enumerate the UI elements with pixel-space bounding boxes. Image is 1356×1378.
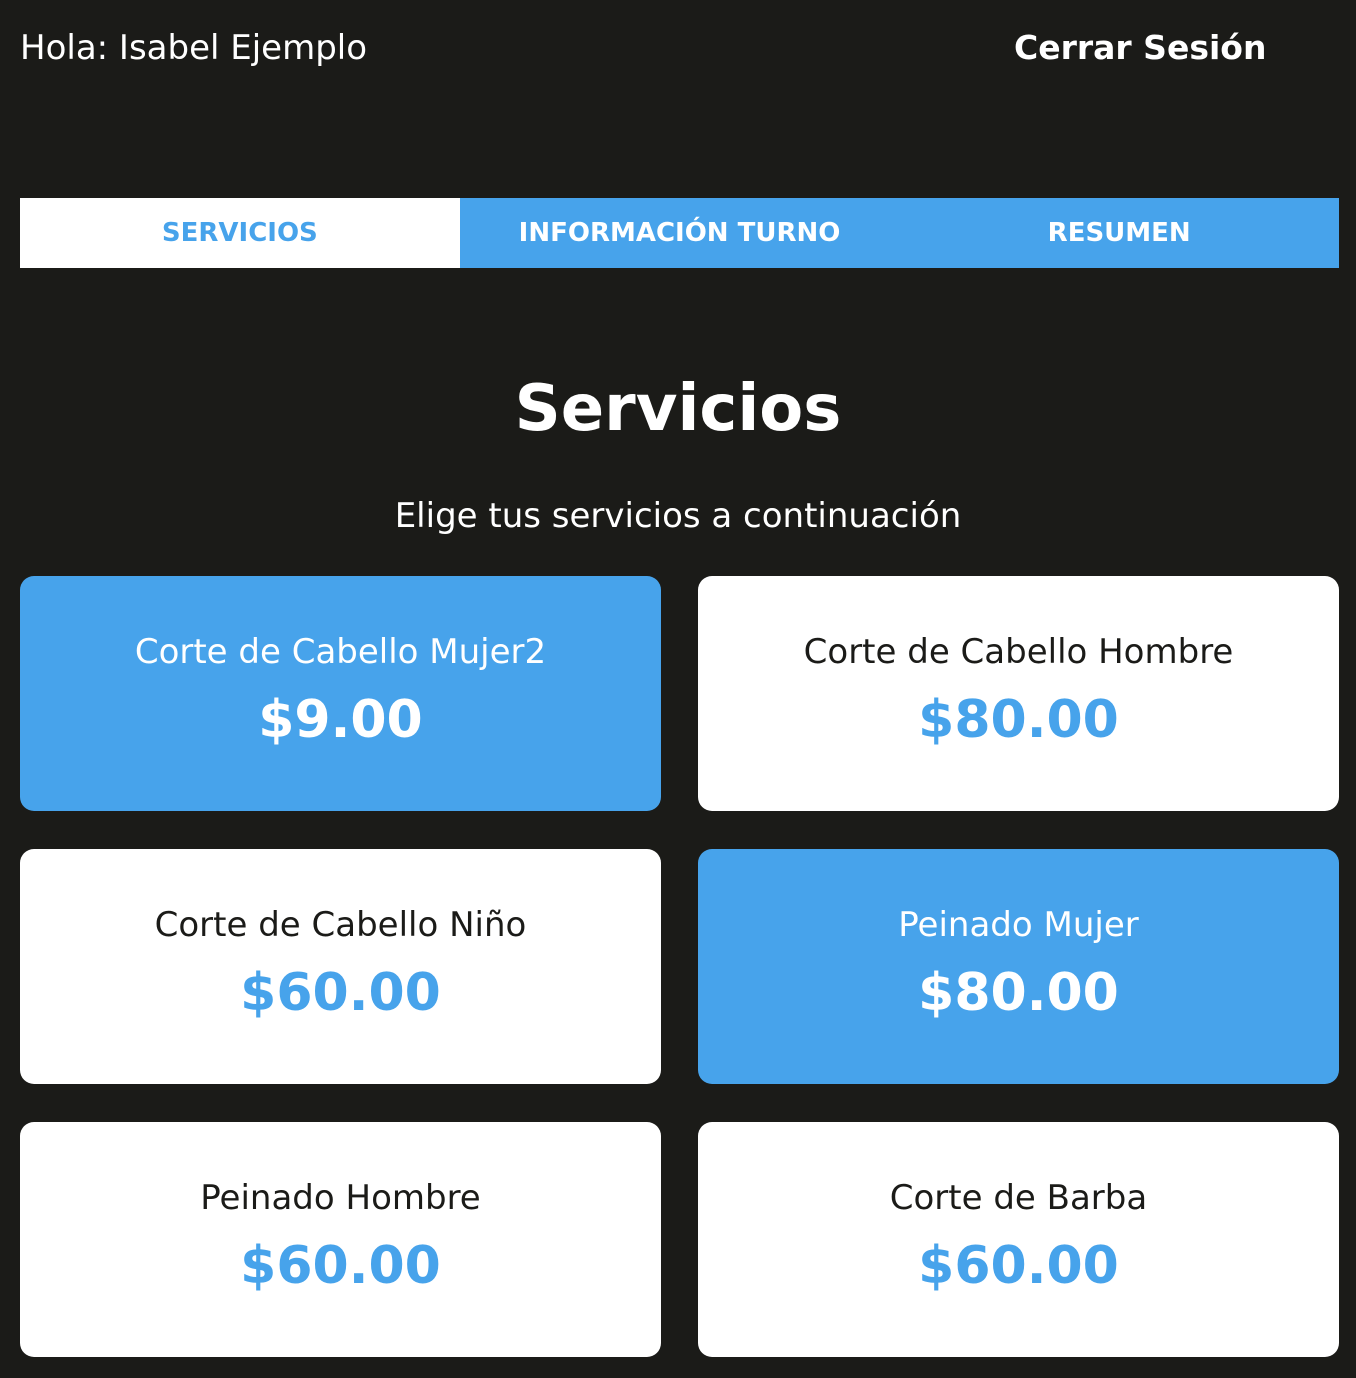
- tab-informacion-turno[interactable]: INFORMACIÓN TURNO: [460, 198, 900, 268]
- tab-servicios[interactable]: SERVICIOS: [20, 198, 460, 268]
- service-name: Corte de Cabello Mujer2: [134, 631, 547, 672]
- section-title: Servicios: [514, 372, 842, 446]
- service-card[interactable]: Corte de Barba $60.00: [698, 1122, 1339, 1357]
- service-price: $9.00: [258, 689, 423, 750]
- service-price: $60.00: [918, 1235, 1119, 1296]
- top-bar: Hola: Isabel Ejemplo Cerrar Sesión: [0, 0, 1356, 100]
- service-price: $80.00: [918, 689, 1119, 750]
- service-name: Peinado Hombre: [200, 1177, 481, 1218]
- service-name: Corte de Cabello Niño: [154, 904, 527, 945]
- services-grid: Corte de Cabello Mujer2 $9.00 Corte de C…: [20, 576, 1339, 1357]
- service-card[interactable]: Corte de Cabello Mujer2 $9.00: [20, 576, 661, 811]
- service-card[interactable]: Corte de Cabello Niño $60.00: [20, 849, 661, 1084]
- service-name: Corte de Cabello Hombre: [803, 631, 1234, 672]
- service-card[interactable]: Peinado Mujer $80.00: [698, 849, 1339, 1084]
- step-tabs: SERVICIOS INFORMACIÓN TURNO RESUMEN: [20, 198, 1339, 268]
- service-price: $60.00: [240, 962, 441, 1023]
- service-card[interactable]: Peinado Hombre $60.00: [20, 1122, 661, 1357]
- service-price: $80.00: [918, 962, 1119, 1023]
- user-greeting: Hola: Isabel Ejemplo: [20, 28, 368, 68]
- section-subtitle: Elige tus servicios a continuación: [394, 496, 962, 536]
- service-name: Corte de Barba: [889, 1177, 1148, 1218]
- service-name: Peinado Mujer: [898, 904, 1139, 945]
- logout-link[interactable]: Cerrar Sesión: [1014, 28, 1266, 67]
- tab-resumen[interactable]: RESUMEN: [899, 198, 1339, 268]
- service-card[interactable]: Corte de Cabello Hombre $80.00: [698, 576, 1339, 811]
- service-price: $60.00: [240, 1235, 441, 1296]
